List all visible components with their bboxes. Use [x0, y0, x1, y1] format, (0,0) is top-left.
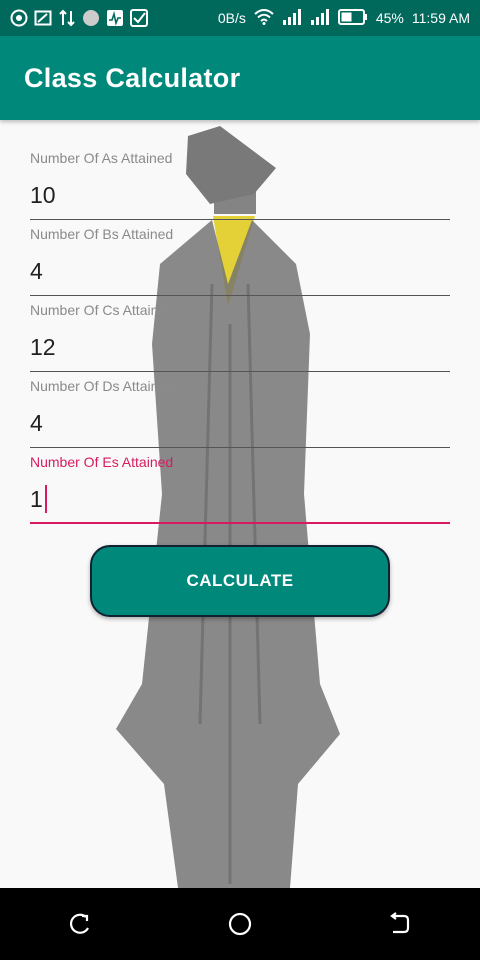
ds-attained-input[interactable]: 4 [30, 408, 450, 448]
check-icon [130, 9, 148, 27]
calculate-button[interactable]: CALCULATE [90, 545, 390, 617]
es-attained-label: Number Of Es Attained [30, 454, 174, 470]
app-bar: Class Calculator [0, 36, 480, 120]
notification-icons [10, 9, 148, 27]
clock: 11:59 AM [411, 10, 470, 26]
transfer-icon [58, 9, 76, 27]
navigation-bar [0, 888, 480, 960]
cs-attained-label: Number Of Cs Attained [30, 302, 174, 318]
as-attained-field: Number Of As Attained 10 [30, 146, 450, 222]
cs-attained-field: Number Of Cs Attained 12 [30, 298, 450, 374]
app-title: Class Calculator [24, 62, 241, 93]
activity-icon [106, 9, 124, 27]
battery-percent: 45% [375, 10, 404, 26]
as-attained-input[interactable]: 10 [30, 180, 450, 220]
bs-attained-input[interactable]: 4 [30, 256, 450, 296]
ds-attained-label: Number Of Ds Attained [30, 378, 174, 394]
es-attained-value: 1 [30, 486, 43, 512]
back-icon[interactable] [380, 904, 420, 944]
cast-icon [34, 9, 52, 27]
main-content: Number Of As Attained 10 Number Of Bs At… [0, 120, 480, 888]
wifi-icon [254, 8, 274, 28]
signal-icon [282, 8, 302, 28]
whatsapp-icon [10, 9, 28, 27]
status-bar: 0B/s 45% 11:59 AM [0, 0, 480, 36]
home-icon[interactable] [220, 904, 260, 944]
system-status: 0B/s 45% 11:59 AM [217, 8, 470, 28]
battery-icon [337, 8, 368, 28]
signal-icon [310, 8, 330, 28]
cs-attained-input[interactable]: 12 [30, 332, 450, 372]
net-speed: 0B/s [217, 10, 246, 26]
vpn-icon [82, 9, 100, 27]
bs-attained-label: Number Of Bs Attained [30, 226, 174, 242]
es-attained-input[interactable]: 1 [30, 484, 450, 524]
text-cursor [44, 484, 48, 513]
grades-form: Number Of As Attained 10 Number Of Bs At… [30, 146, 450, 526]
ds-attained-field: Number Of Ds Attained 4 [30, 374, 450, 450]
recents-icon[interactable] [60, 904, 100, 944]
as-attained-label: Number Of As Attained [30, 150, 173, 166]
bs-attained-field: Number Of Bs Attained 4 [30, 222, 450, 298]
es-attained-field: Number Of Es Attained 1 [30, 450, 450, 526]
